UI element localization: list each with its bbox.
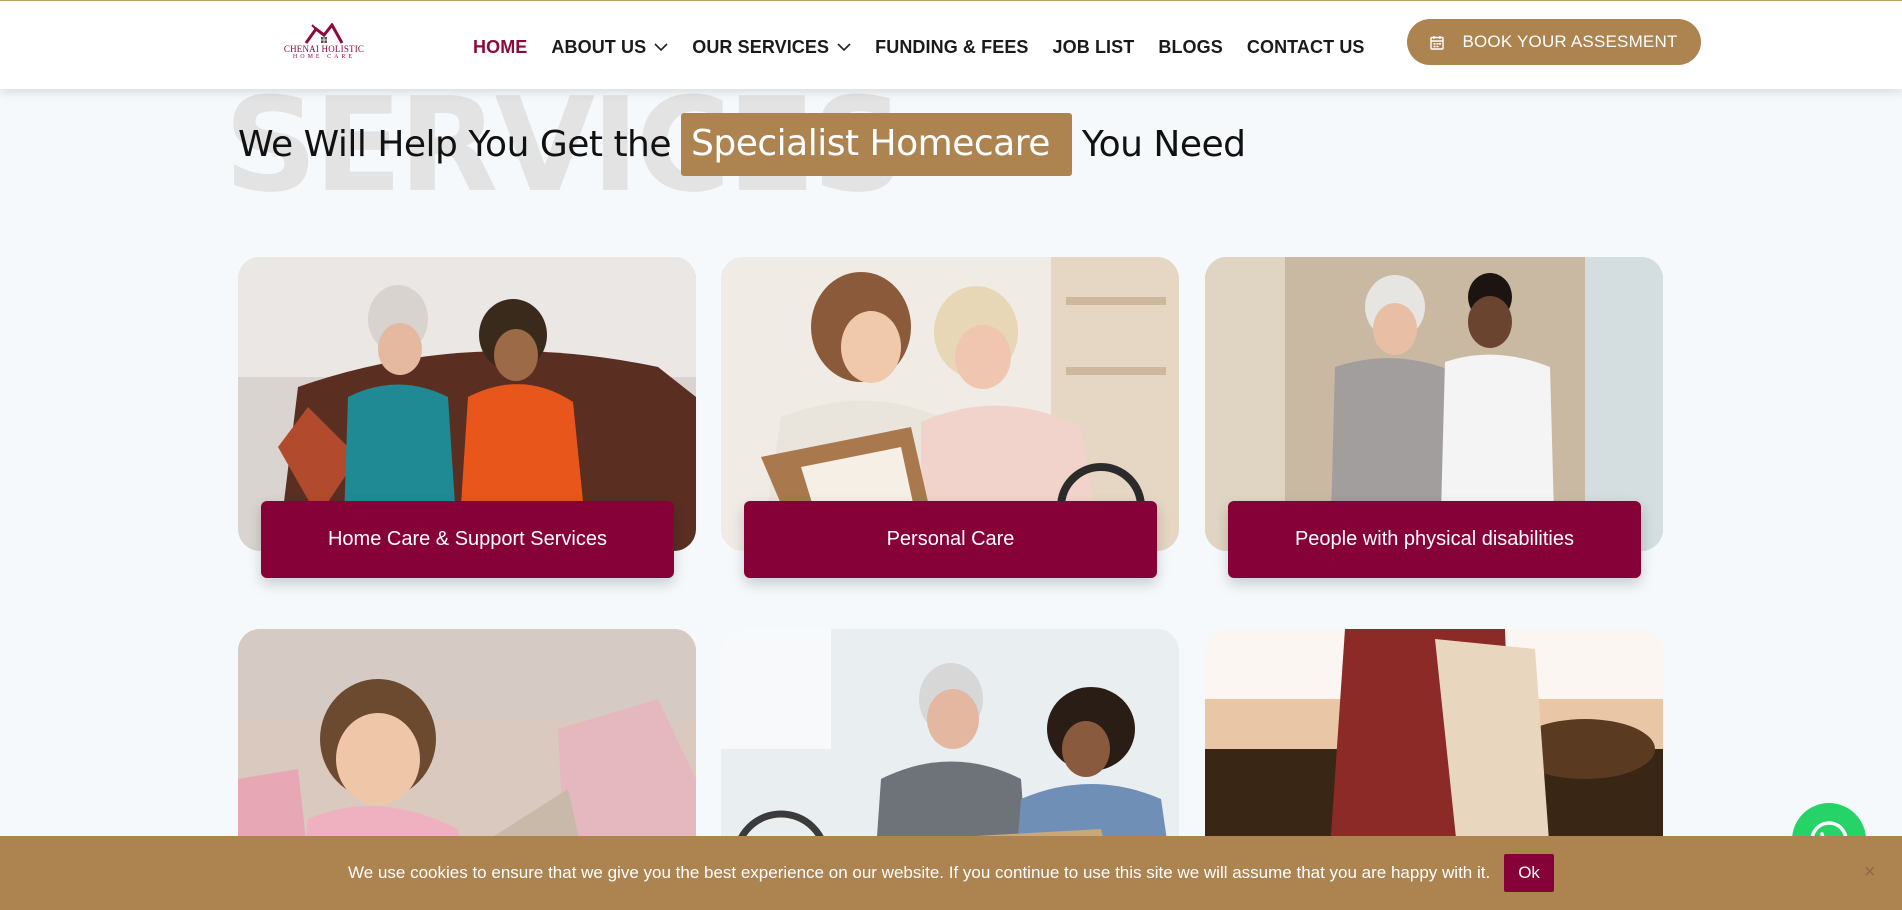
house-roof-logo-icon: [304, 23, 344, 44]
nav-label: ABOUT US: [551, 36, 647, 57]
nav-label: OUR SERVICES: [692, 36, 830, 57]
cookie-notice-text: We use cookies to ensure that we give yo…: [348, 863, 1491, 882]
nav-label: JOB LIST: [1052, 36, 1135, 57]
service-label-home-care[interactable]: Home Care & Support Services: [261, 501, 674, 578]
service-label-personal-care[interactable]: Personal Care: [744, 501, 1157, 578]
main-nav: HOME ABOUT US OUR SERVICES FUNDING & FEE…: [473, 35, 1389, 59]
heading-text-after: You Need: [1081, 123, 1246, 165]
cookie-notice-bar: We use cookies to ensure that we give yo…: [0, 836, 1902, 910]
book-assessment-label: BOOK YOUR ASSESMENT: [1462, 32, 1678, 51]
book-assessment-button[interactable]: BOOK YOUR ASSESMENT: [1407, 19, 1701, 65]
nav-label: CONTACT US: [1246, 36, 1365, 57]
nav-about-us[interactable]: ABOUT US: [551, 37, 668, 58]
nav-label: HOME: [473, 36, 528, 57]
site-logo[interactable]: CHENAI HOLISTIC HOME CARE: [282, 23, 366, 67]
logo-name: CHENAI HOLISTIC: [283, 44, 365, 54]
nav-label: BLOGS: [1158, 36, 1223, 57]
chevron-down-icon: [654, 43, 668, 52]
nav-label: FUNDING & FEES: [875, 36, 1029, 57]
logo-tagline: HOME CARE: [292, 54, 356, 60]
page-heading: We Will Help You Get the Specialist Home…: [238, 112, 1246, 176]
heading-text-before: We Will Help You Get the: [238, 123, 672, 165]
heading-highlight: Specialist Homecare: [681, 112, 1072, 176]
nav-home[interactable]: HOME: [473, 37, 527, 58]
nav-funding-fees[interactable]: FUNDING & FEES: [875, 37, 1028, 58]
nav-job-list[interactable]: JOB LIST: [1053, 37, 1135, 58]
nav-blogs[interactable]: BLOGS: [1158, 37, 1223, 58]
nav-our-services[interactable]: OUR SERVICES: [692, 37, 851, 58]
site-header: CHENAI HOLISTIC HOME CARE HOME ABOUT US …: [0, 0, 1902, 89]
cookie-close-icon[interactable]: ×: [1864, 862, 1876, 882]
service-label-physical-disabilities[interactable]: People with physical disabilities: [1228, 501, 1641, 578]
cookie-ok-button[interactable]: Ok: [1504, 854, 1554, 892]
chevron-down-icon: [837, 43, 851, 52]
nav-contact-us[interactable]: CONTACT US: [1247, 37, 1365, 58]
calendar-icon: [1430, 35, 1445, 50]
